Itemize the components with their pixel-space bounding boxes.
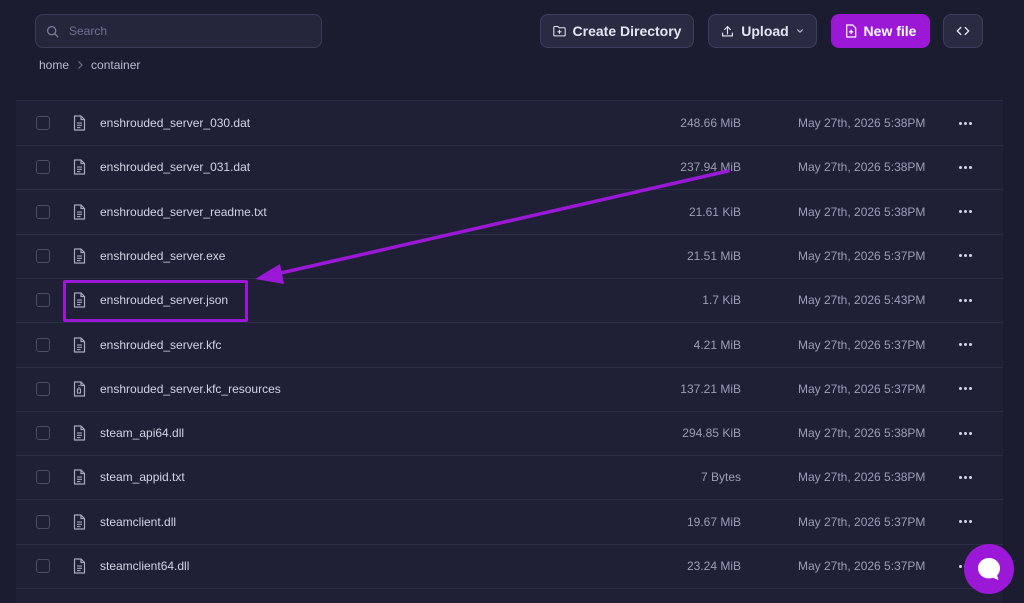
annotation-arrow [255, 169, 730, 284]
chat-button[interactable] [964, 544, 1014, 594]
chat-bubble-icon [978, 558, 1000, 580]
